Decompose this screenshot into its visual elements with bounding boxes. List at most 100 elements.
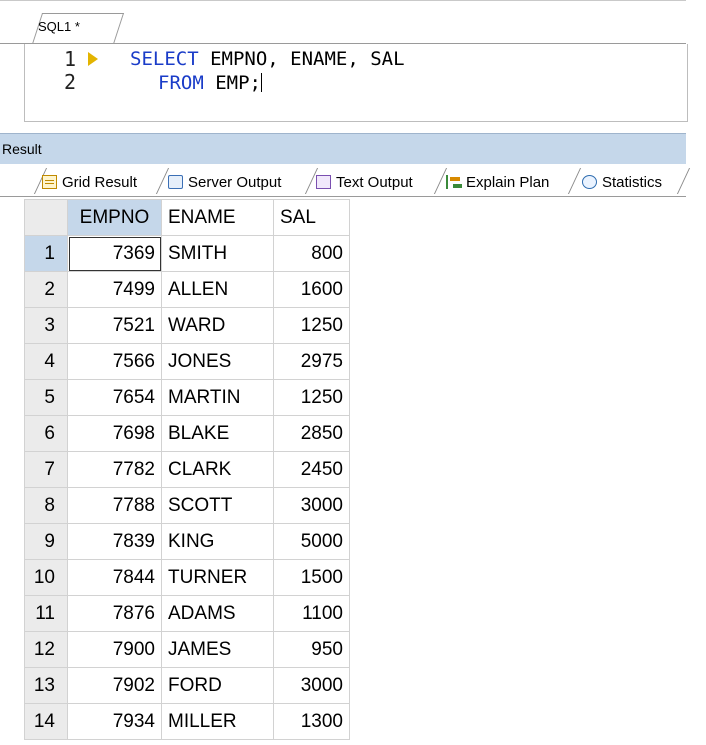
row-number[interactable]: 9 — [24, 523, 68, 560]
sql-text: EMP; — [203, 72, 261, 94]
cell-empno[interactable]: 7788 — [67, 487, 162, 524]
table-row[interactable]: 8 7788 SCOTT 3000 — [24, 487, 350, 524]
tab-grid-result[interactable]: Grid Result — [42, 168, 137, 196]
tab-explain-plan[interactable]: Explain Plan — [446, 168, 549, 196]
row-number[interactable]: 5 — [24, 379, 68, 416]
cell-sal[interactable]: 950 — [273, 631, 350, 668]
table-row[interactable]: 13 7902 FORD 3000 — [24, 667, 350, 704]
row-number[interactable]: 4 — [24, 343, 68, 380]
cell-ename[interactable]: ADAMS — [161, 595, 274, 632]
row-number[interactable]: 11 — [24, 595, 68, 632]
table-row[interactable]: 7 7782 CLARK 2450 — [24, 451, 350, 488]
code-line-2[interactable]: FROM EMP; — [158, 72, 262, 94]
table-row[interactable]: 10 7844 TURNER 1500 — [24, 559, 350, 596]
cell-empno[interactable]: 7369 — [67, 235, 162, 272]
cell-ename[interactable]: MILLER — [161, 703, 274, 740]
current-line-arrow-icon — [88, 52, 98, 66]
cell-empno[interactable]: 7876 — [67, 595, 162, 632]
cell-sal[interactable]: 800 — [273, 235, 350, 272]
tab-server-output[interactable]: Server Output — [168, 168, 281, 196]
table-row[interactable]: 4 7566 JONES 2975 — [24, 343, 350, 380]
row-number[interactable]: 6 — [24, 415, 68, 452]
table-row[interactable]: 11 7876 ADAMS 1100 — [24, 595, 350, 632]
cell-empno[interactable]: 7566 — [67, 343, 162, 380]
cell-sal[interactable]: 1500 — [273, 559, 350, 596]
row-number[interactable]: 8 — [24, 487, 68, 524]
tab-label: Statistics — [602, 173, 663, 191]
table-row[interactable]: 3 7521 WARD 1250 — [24, 307, 350, 344]
cell-ename[interactable]: CLARK — [161, 451, 274, 488]
cell-sal[interactable]: 2450 — [273, 451, 350, 488]
row-number[interactable]: 7 — [24, 451, 68, 488]
cell-ename[interactable]: JAMES — [161, 631, 274, 668]
table-row[interactable]: 9 7839 KING 5000 — [24, 523, 350, 560]
result-tabs: Grid Result Server Output Text Output Ex… — [0, 164, 691, 197]
cell-ename[interactable]: TURNER — [161, 559, 274, 596]
cell-ename[interactable]: KING — [161, 523, 274, 560]
row-number[interactable]: 3 — [24, 307, 68, 344]
table-row[interactable]: 2 7499 ALLEN 1600 — [24, 271, 350, 308]
column-header-ename[interactable]: ENAME — [161, 199, 274, 236]
cell-empno[interactable]: 7654 — [67, 379, 162, 416]
table-row[interactable]: 14 7934 MILLER 1300 — [24, 703, 350, 740]
cell-ename[interactable]: FORD — [161, 667, 274, 704]
row-number[interactable]: 2 — [24, 271, 68, 308]
grid-header-row: EMPNO ENAME SAL — [24, 199, 350, 236]
line-number: 1 — [64, 47, 77, 71]
row-number[interactable]: 10 — [24, 559, 68, 596]
cell-sal[interactable]: 1100 — [273, 595, 350, 632]
grid-corner[interactable] — [24, 199, 68, 236]
cell-empno[interactable]: 7782 — [67, 451, 162, 488]
cell-ename[interactable]: MARTIN — [161, 379, 274, 416]
table-row[interactable]: 12 7900 JAMES 950 — [24, 631, 350, 668]
tab-separator — [676, 168, 691, 194]
cell-empno[interactable]: 7900 — [67, 631, 162, 668]
tab-statistics[interactable]: Statistics — [582, 168, 662, 196]
cell-empno[interactable]: 7521 — [67, 307, 162, 344]
row-number[interactable]: 1 — [24, 235, 68, 272]
cell-sal[interactable]: 1300 — [273, 703, 350, 740]
result-panel-header: Result — [0, 133, 686, 164]
cell-ename[interactable]: BLAKE — [161, 415, 274, 452]
table-row[interactable]: 1 7369 SMITH 800 — [24, 235, 350, 272]
cell-ename[interactable]: ALLEN — [161, 271, 274, 308]
cell-sal[interactable]: 2850 — [273, 415, 350, 452]
editor-tab-label[interactable]: SQL1 * — [38, 19, 80, 34]
table-row[interactable]: 6 7698 BLAKE 2850 — [24, 415, 350, 452]
cell-ename[interactable]: SMITH — [161, 235, 274, 272]
cell-sal[interactable]: 3000 — [273, 487, 350, 524]
column-header-sal[interactable]: SAL — [273, 199, 350, 236]
cell-empno[interactable]: 7934 — [67, 703, 162, 740]
row-number[interactable]: 13 — [24, 667, 68, 704]
cell-sal[interactable]: 1250 — [273, 379, 350, 416]
result-grid[interactable]: EMPNO ENAME SAL 1 7369 SMITH 800 2 7499 ALLEN… — [24, 199, 350, 740]
cell-empno[interactable]: 7902 — [67, 667, 162, 704]
tab-text-output[interactable]: Text Output — [316, 168, 413, 196]
cell-ename[interactable]: JONES — [161, 343, 274, 380]
row-number[interactable]: 12 — [24, 631, 68, 668]
table-row[interactable]: 5 7654 MARTIN 1250 — [24, 379, 350, 416]
grid-icon — [42, 175, 57, 189]
tab-label: Explain Plan — [466, 173, 550, 191]
tab-label: Grid Result — [62, 173, 138, 191]
code-line-1[interactable]: SELECT EMPNO, ENAME, SAL — [130, 48, 405, 70]
statistics-icon — [582, 175, 597, 189]
column-header-empno[interactable]: EMPNO — [67, 199, 162, 236]
cell-sal[interactable]: 1600 — [273, 271, 350, 308]
sql-text: EMPNO, ENAME, SAL — [198, 48, 405, 70]
cell-empno[interactable]: 7698 — [67, 415, 162, 452]
cell-sal[interactable]: 5000 — [273, 523, 350, 560]
text-output-icon — [316, 175, 331, 189]
result-panel-title: Result — [2, 141, 42, 157]
cell-ename[interactable]: WARD — [161, 307, 274, 344]
cell-ename[interactable]: SCOTT — [161, 487, 274, 524]
row-number[interactable]: 14 — [24, 703, 68, 740]
cell-empno[interactable]: 7839 — [67, 523, 162, 560]
tab-label: Text Output — [336, 173, 413, 191]
cell-empno[interactable]: 7499 — [67, 271, 162, 308]
cell-empno[interactable]: 7844 — [67, 559, 162, 596]
cell-sal[interactable]: 3000 — [273, 667, 350, 704]
cell-sal[interactable]: 1250 — [273, 307, 350, 344]
text-caret — [260, 73, 262, 92]
cell-sal[interactable]: 2975 — [273, 343, 350, 380]
